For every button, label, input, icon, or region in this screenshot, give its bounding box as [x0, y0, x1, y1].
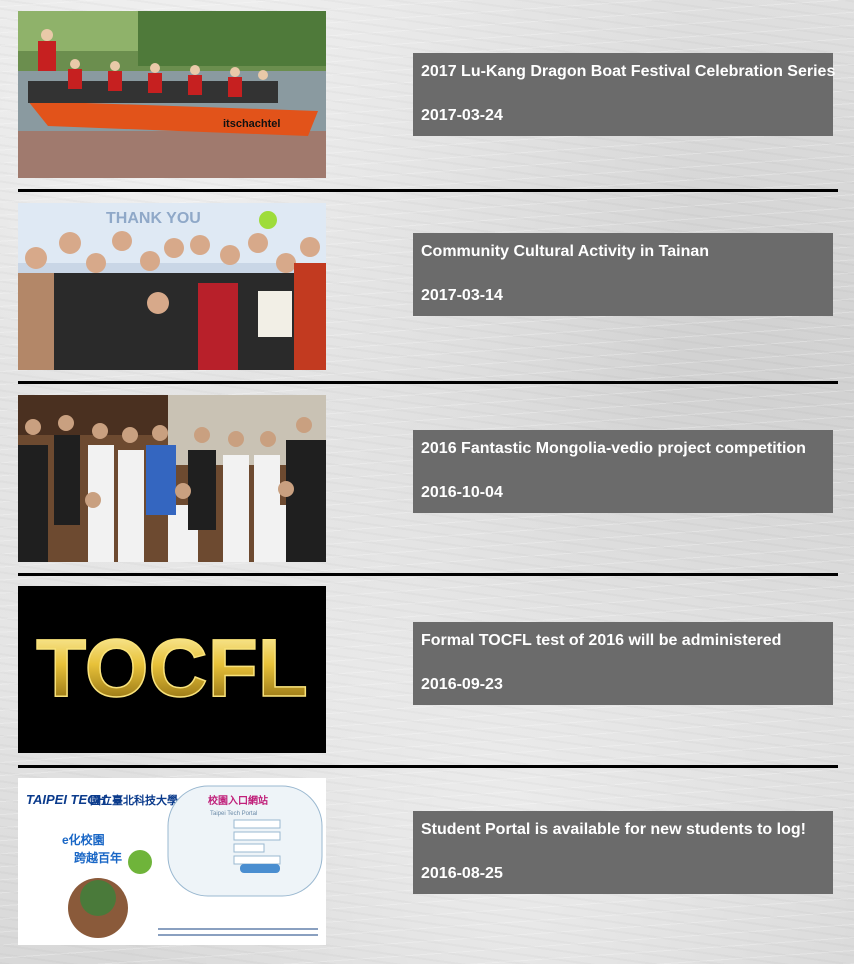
news-thumbnail[interactable]: TOCFL	[18, 586, 326, 753]
news-item[interactable]: THANK YOU Community Cultural Activity in…	[18, 203, 838, 371]
portal-subtitle: Taipei Tech Portal	[210, 811, 257, 817]
news-item[interactable]: itschachtel 2017 Lu-Kang Dragon Boat Fes…	[18, 11, 838, 179]
news-date: 2016-08-25	[421, 865, 503, 882]
logo-text: TOCFL	[36, 623, 308, 714]
news-card[interactable]: Student Portal is available for new stud…	[413, 811, 833, 894]
news-card[interactable]: Community Cultural Activity in Tainan 20…	[413, 233, 833, 316]
news-title[interactable]: 2017 Lu-Kang Dragon Boat Festival Celebr…	[421, 63, 835, 81]
separator	[18, 573, 838, 576]
news-card[interactable]: 2016 Fantastic Mongolia-vedio project co…	[413, 430, 833, 513]
news-title[interactable]: Student Portal is available for new stud…	[421, 821, 806, 839]
news-title[interactable]: Formal TOCFL test of 2016 will be admini…	[421, 632, 781, 650]
news-item[interactable]: TAIPEI TECH 國立臺北科技大學 e化校園 跨越百年 校園入口網站 Ta…	[18, 778, 838, 946]
portal-slogan-1: e化校園	[62, 832, 105, 847]
separator	[18, 765, 838, 768]
portal-school: 國立臺北科技大學	[90, 793, 178, 807]
boat-text: itschachtel	[223, 118, 280, 130]
news-title[interactable]: Community Cultural Activity in Tainan	[421, 243, 709, 261]
tocfl-logo-image: TOCFL	[18, 586, 326, 753]
news-title[interactable]: 2016 Fantastic Mongolia-vedio project co…	[421, 440, 806, 458]
news-item[interactable]: TOCFL Formal TOCFL test of 2016 will be …	[18, 586, 838, 754]
news-card[interactable]: Formal TOCFL test of 2016 will be admini…	[413, 622, 833, 705]
news-card[interactable]: 2017 Lu-Kang Dragon Boat Festival Celebr…	[413, 53, 835, 136]
news-date: 2016-10-04	[421, 484, 503, 501]
competition-image	[18, 395, 326, 562]
news-date: 2017-03-24	[421, 107, 503, 124]
separator	[18, 381, 838, 384]
student-portal-image: TAIPEI TECH 國立臺北科技大學 e化校園 跨越百年 校園入口網站 Ta…	[18, 778, 326, 945]
portal-slogan-2: 跨越百年	[74, 850, 122, 865]
news-item[interactable]: 2016 Fantastic Mongolia-vedio project co…	[18, 395, 838, 563]
cultural-activity-image: THANK YOU	[18, 203, 326, 370]
news-thumbnail[interactable]: itschachtel	[18, 11, 326, 178]
dragon-boat-image: itschachtel	[18, 11, 326, 178]
separator	[18, 189, 838, 192]
portal-title: 校園入口網站	[208, 794, 268, 807]
news-thumbnail[interactable]	[18, 395, 326, 562]
banner-text: THANK YOU	[106, 210, 201, 227]
news-date: 2016-09-23	[421, 676, 503, 693]
news-thumbnail[interactable]: THANK YOU	[18, 203, 326, 370]
news-thumbnail[interactable]: TAIPEI TECH 國立臺北科技大學 e化校園 跨越百年 校園入口網站 Ta…	[18, 778, 326, 945]
news-date: 2017-03-14	[421, 287, 503, 304]
